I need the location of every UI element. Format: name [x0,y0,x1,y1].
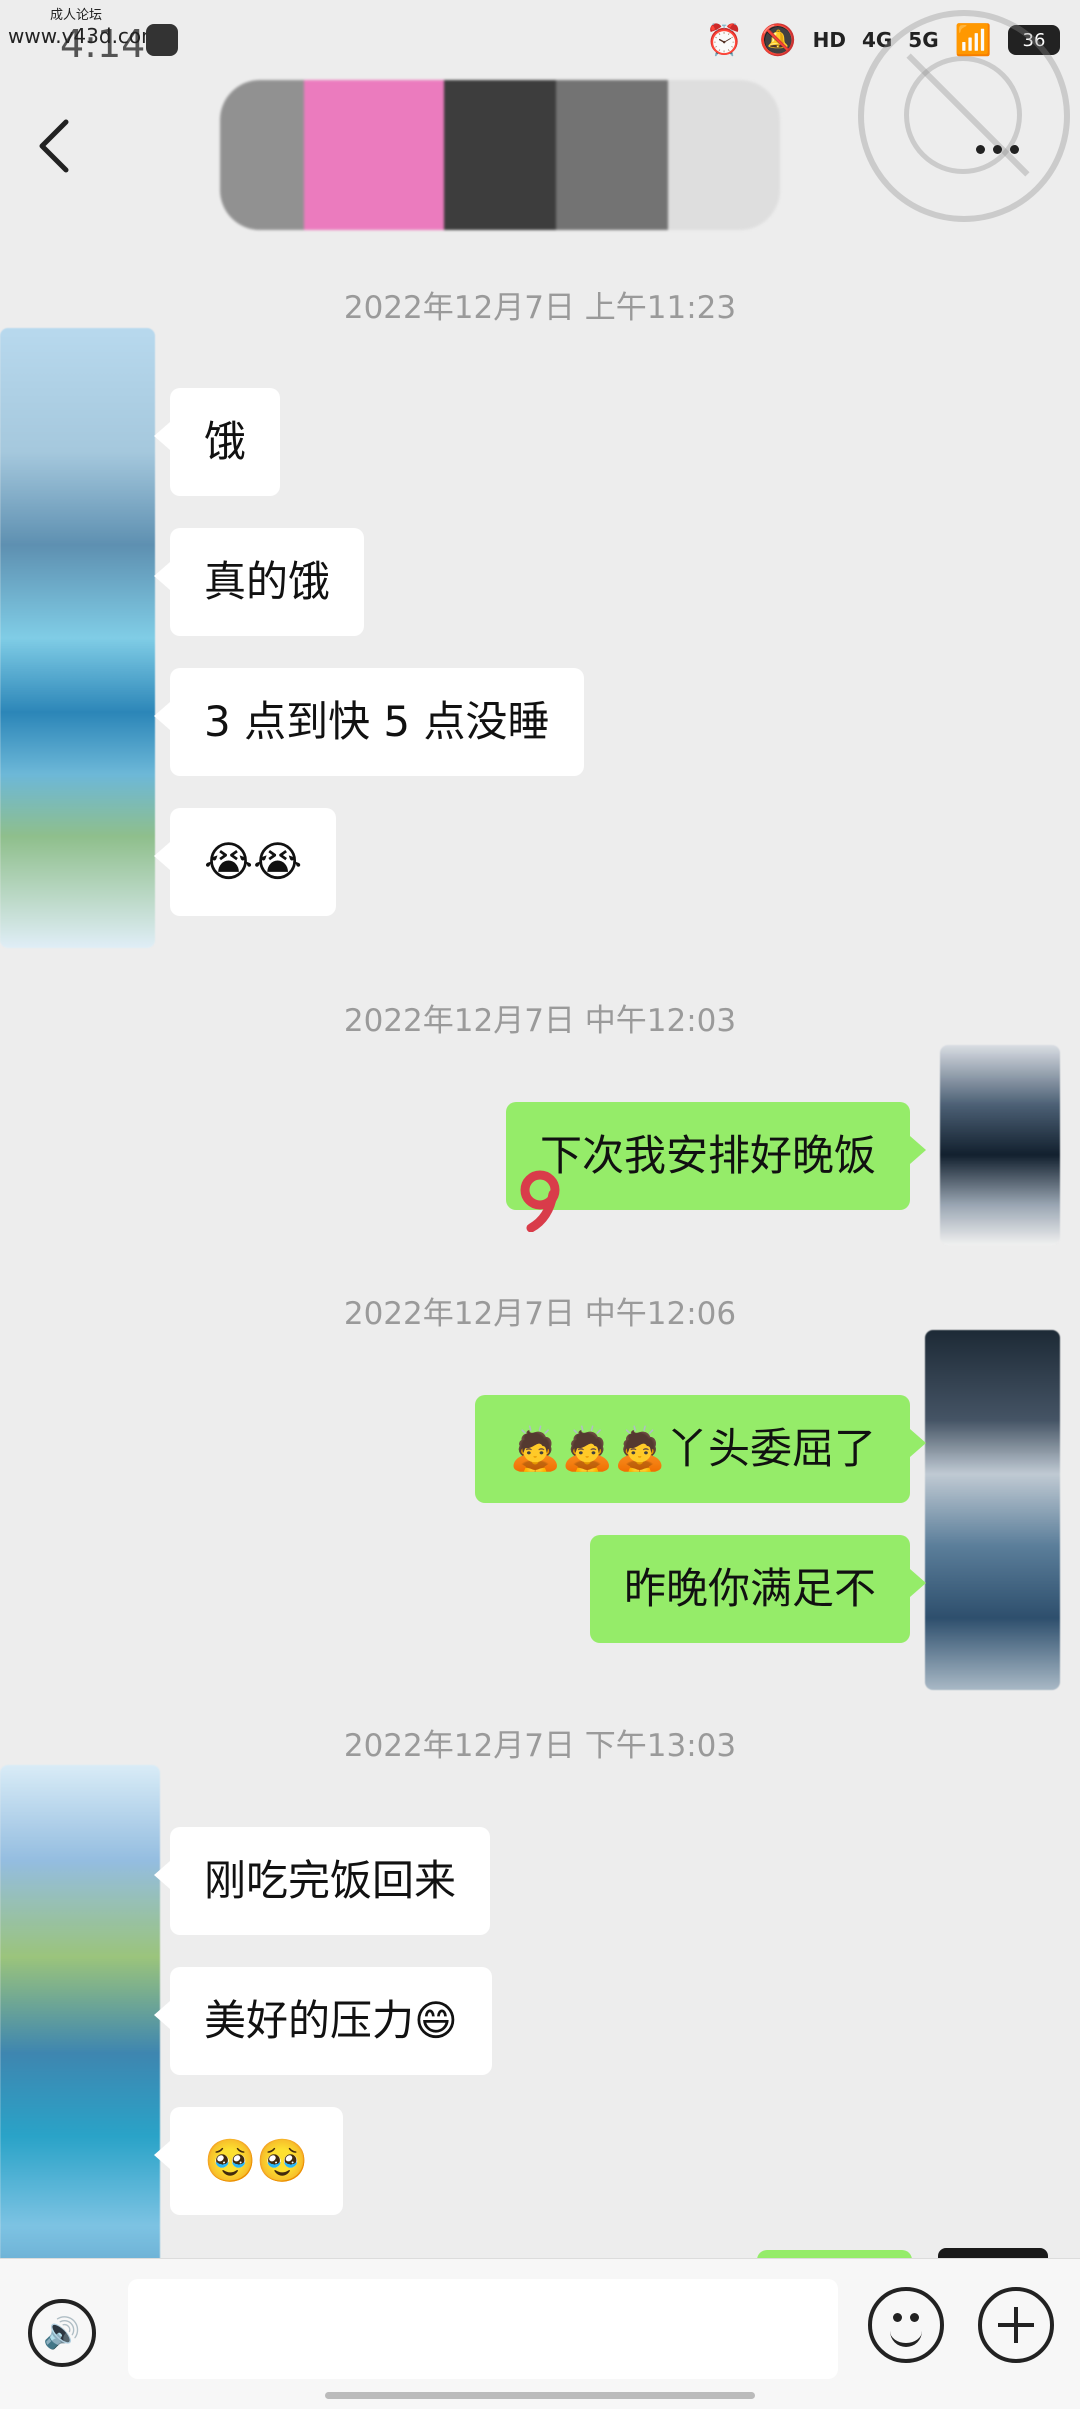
alarm-icon: ⏰ [705,22,744,58]
my-avatar[interactable] [940,1045,1060,1245]
contact-name-redacted [220,80,780,230]
home-indicator[interactable] [325,2392,755,2399]
back-button[interactable] [30,116,80,176]
contact-avatar[interactable] [0,328,155,948]
message-timestamp: 2022年12月7日 中午12:03 [343,1003,737,1039]
sent-message[interactable]: 昨晚你满足不 [589,1535,927,1643]
red-mark-icon [520,1170,560,1232]
received-message[interactable]: 饿 [153,388,281,496]
input-bar: 🔊 [0,2258,1080,2409]
received-message[interactable]: 3 点到快 5 点没睡 [154,668,584,776]
more-dot-icon [992,144,1002,154]
more-dot-icon [975,144,985,154]
more-options-button[interactable] [962,134,1032,164]
received-message[interactable]: 真的饿 [153,528,365,636]
my-avatar[interactable] [925,1330,1060,1690]
received-message[interactable]: 刚吃完饭回来 [153,1827,491,1935]
message-timestamp: 2022年12月7日 上午11:23 [343,290,737,326]
emoji-eye [910,2313,919,2322]
chat-message-list[interactable]: 2022年12月7日 上午11:23 饿 真的饿 3 点到快 5 点没睡 😭😭 … [0,210,1080,2405]
chevron-left-icon [39,119,69,173]
more-functions-button[interactable] [978,2287,1054,2363]
voice-input-button[interactable]: 🔊 [28,2299,96,2367]
message-timestamp: 2022年12月7日 中午12:06 [343,1296,737,1332]
emoji-button[interactable] [868,2287,944,2363]
received-message[interactable]: 🥹🥹 [154,2107,343,2215]
watermark-label: 成人论坛 [50,8,103,23]
emoji-eye [893,2313,902,2322]
message-input[interactable] [128,2279,838,2379]
sent-message[interactable]: 下次我安排好晚饭 [505,1102,927,1210]
received-message[interactable]: 美好的压力😄 [154,1967,492,2075]
app-notification-icon [146,24,178,56]
message-timestamp: 2022年12月7日 下午13:03 [343,1728,737,1764]
more-dot-icon [1009,144,1019,154]
hd-icon: HD [812,28,846,52]
mute-icon: 🔕 [759,22,797,58]
emoji-mouth [890,2325,922,2347]
watermark-url: www.v43d.com [8,24,161,48]
voice-icon: 🔊 [43,2315,81,2351]
chat-header [0,80,1080,230]
received-message[interactable]: 😭😭 [153,808,337,916]
sent-message[interactable]: 🙇🙇🙇丫头委屈了 [475,1395,926,1503]
